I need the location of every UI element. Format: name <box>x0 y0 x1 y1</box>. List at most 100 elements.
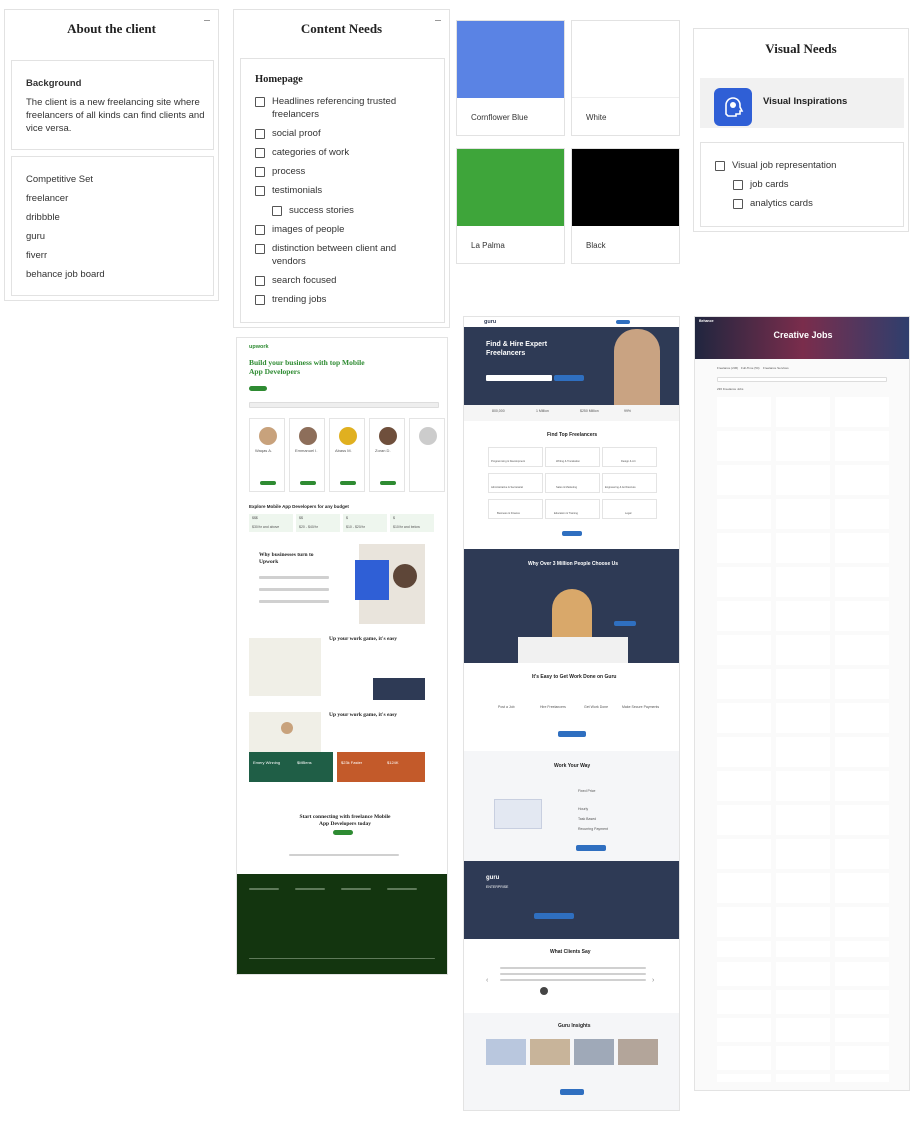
stat-mid: $MBens <box>297 760 312 765</box>
checkbox[interactable] <box>255 148 265 158</box>
checkbox[interactable] <box>255 129 265 139</box>
budget-range: $10/hr and below <box>393 525 420 529</box>
card-title: Visual Needs <box>765 41 837 56</box>
visual-inspirations-row[interactable]: Visual Inspirations <box>700 78 904 128</box>
why-image <box>355 544 425 624</box>
checkbox[interactable] <box>715 161 725 171</box>
checkbox[interactable] <box>255 276 265 286</box>
get-started-button[interactable] <box>558 731 586 737</box>
sign-up-button[interactable] <box>616 320 630 324</box>
avatar <box>299 427 317 445</box>
budget-tile[interactable]: $ $10/hr and below <box>390 514 434 532</box>
freelancer-card[interactable] <box>409 418 445 492</box>
game-heading: Up your work game, it's easy <box>329 636 398 642</box>
checklist-item[interactable]: process <box>255 166 305 179</box>
next-arrow-icon[interactable]: › <box>652 977 654 984</box>
way-heading: Work Your Way <box>554 763 591 769</box>
checkbox[interactable] <box>255 97 265 107</box>
checklist-item[interactable]: images of people <box>255 224 344 237</box>
freelancer-card[interactable]: Zoran D. <box>369 418 405 492</box>
category-tile[interactable]: Sales & Marketing <box>545 473 600 493</box>
checklist-label: success stories <box>289 205 354 216</box>
payment-option: Task Based <box>578 817 597 821</box>
swatch-label: Cornflower Blue <box>471 113 528 122</box>
checklist-item[interactable]: distinction between client and vendors <box>255 243 425 268</box>
avatar <box>379 427 397 445</box>
job-tab[interactable]: Full-Time (54) <box>741 366 760 370</box>
budget-tile[interactable]: $$ $20 - $40/hr <box>296 514 340 532</box>
checklist-item[interactable]: testimonials <box>255 185 322 198</box>
learn-more-button[interactable] <box>576 845 606 851</box>
see-more-button[interactable] <box>340 481 356 485</box>
checkbox[interactable] <box>255 225 265 235</box>
budget-tile[interactable]: $ $10 - $20/hr <box>343 514 387 532</box>
behance-screenshot[interactable]: Behance Creative Jobs Freelance (236) Fu… <box>694 316 910 1091</box>
color-swatch[interactable]: White <box>571 20 680 136</box>
checkbox[interactable] <box>255 167 265 177</box>
prev-arrow-icon[interactable]: ‹ <box>486 977 488 984</box>
checklist-item[interactable]: trending jobs <box>255 294 326 307</box>
freelancer-card[interactable]: Abass M. <box>329 418 365 492</box>
view-all-button[interactable] <box>562 531 582 536</box>
freelancer-card[interactable]: Waqas A. <box>249 418 285 492</box>
checkbox[interactable] <box>733 180 743 190</box>
category-tile[interactable]: Education & Training <box>545 499 600 519</box>
see-more-button[interactable] <box>380 481 396 485</box>
category-label: Sales & Marketing <box>556 486 578 489</box>
upwork-screenshot[interactable]: upwork Build your business with top Mobi… <box>236 337 448 975</box>
upwork-footer <box>237 874 447 974</box>
category-tile[interactable]: Design & Art <box>602 447 657 467</box>
category-tile[interactable]: Engineering & Architecture <box>602 473 657 493</box>
checkbox[interactable] <box>255 186 265 196</box>
search-bar[interactable] <box>249 402 439 408</box>
stat-card-green: Emery Winning $MBens <box>249 752 333 782</box>
category-tile[interactable]: Programming & Development <box>488 447 543 467</box>
upwork-logo: upwork <box>249 344 269 350</box>
background-heading: Background <box>26 78 82 89</box>
search-bar[interactable] <box>717 377 887 382</box>
see-more-button[interactable] <box>300 481 316 485</box>
checkbox[interactable] <box>272 206 282 216</box>
category-tile[interactable]: Administrative & Secretarial <box>488 473 543 493</box>
checklist-item[interactable]: Visual job representation <box>715 160 836 173</box>
insight-card[interactable] <box>618 1039 658 1065</box>
color-swatch[interactable]: Black <box>571 148 680 264</box>
guru-screenshot[interactable]: guru Find & Hire Expert Freelancers 800,… <box>463 316 680 1111</box>
budget-tile[interactable]: $$$ $30/hr and above <box>249 514 293 532</box>
category-tile[interactable]: Writing & Translation <box>545 447 600 467</box>
category-tile[interactable]: Business & Finance <box>488 499 543 519</box>
checklist-item[interactable]: categories of work <box>255 147 349 160</box>
enterprise-button[interactable] <box>534 913 574 919</box>
checklist-item[interactable]: job cards <box>733 179 789 192</box>
job-tab[interactable]: Freelance (236) <box>717 366 738 370</box>
checklist-item[interactable]: analytics cards <box>733 198 813 211</box>
view-blog-button[interactable] <box>560 1089 584 1095</box>
swatch-fill <box>572 149 679 226</box>
category-label: Engineering & Architecture <box>605 486 636 489</box>
color-swatch[interactable]: La Palma <box>456 148 565 264</box>
checkbox[interactable] <box>733 199 743 209</box>
checklist-item[interactable]: Headlines referencing trusted freelancer… <box>255 96 435 121</box>
more-menu-icon[interactable] <box>204 20 210 21</box>
get-started-button[interactable] <box>333 830 353 835</box>
checkbox[interactable] <box>255 244 265 254</box>
checklist-item[interactable]: search focused <box>255 275 336 288</box>
insight-card[interactable] <box>486 1039 526 1065</box>
insight-card[interactable] <box>574 1039 614 1065</box>
search-button[interactable] <box>554 375 584 381</box>
checkbox[interactable] <box>255 295 265 305</box>
checklist-item[interactable]: success stories <box>272 205 354 218</box>
job-tab[interactable]: Freelance Services <box>763 366 789 370</box>
checklist-item[interactable]: social proof <box>255 128 321 141</box>
category-tile[interactable]: Legal <box>602 499 657 519</box>
more-menu-icon[interactable] <box>435 20 441 21</box>
insight-card[interactable] <box>530 1039 570 1065</box>
get-started-button[interactable] <box>249 386 267 391</box>
budget-heading: Explore Mobile App Developers for any bu… <box>249 504 349 509</box>
stat-left: Emery Winning <box>253 760 281 765</box>
freelancer-card[interactable]: Emmanuel I. <box>289 418 325 492</box>
checklist-label: images of people <box>272 224 345 235</box>
color-swatch[interactable]: Cornflower Blue <box>456 20 565 136</box>
see-more-button[interactable] <box>260 481 276 485</box>
learn-more-button[interactable] <box>614 621 636 626</box>
